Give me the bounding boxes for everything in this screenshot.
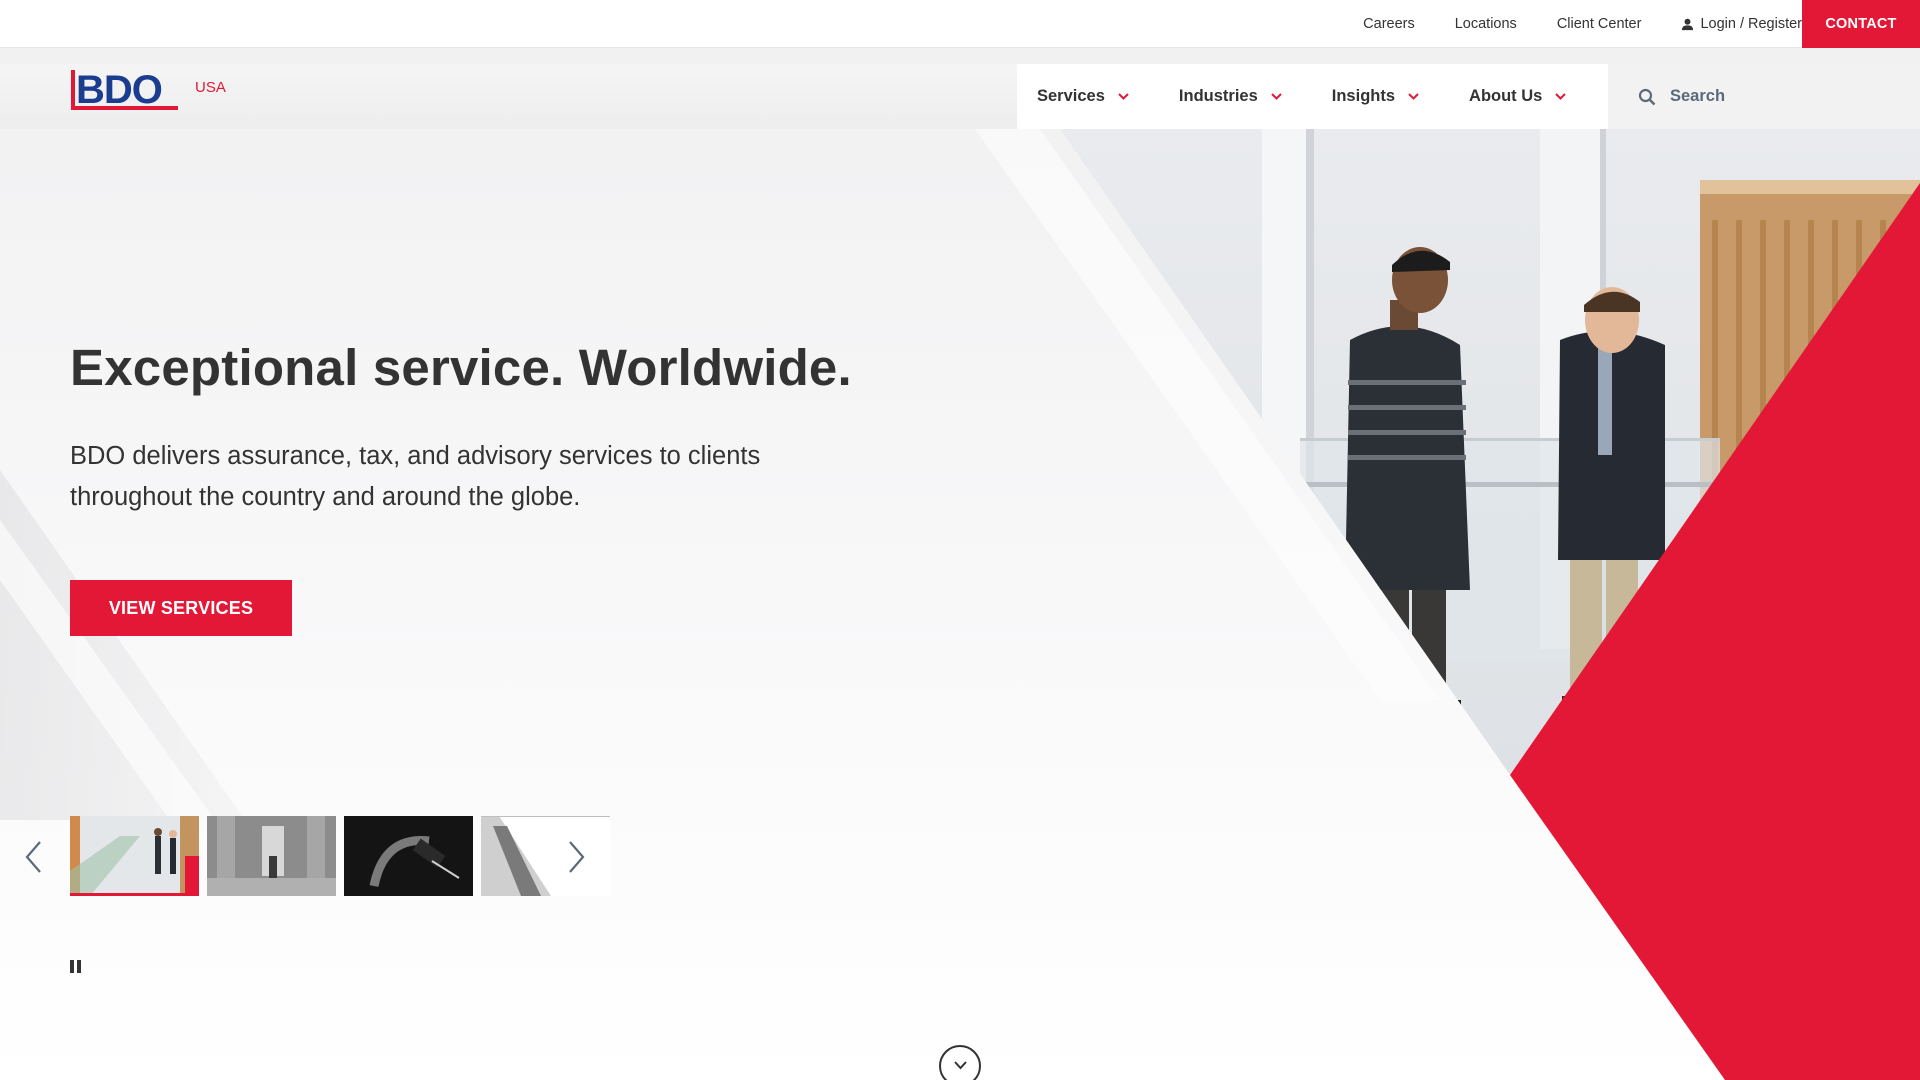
client-center-link[interactable]: Client Center [1557, 16, 1642, 32]
nav-insights-label: Insights [1331, 87, 1396, 105]
search-area [1638, 64, 1870, 129]
pause-icon [70, 960, 74, 973]
active-slide-indicator [70, 893, 199, 896]
utility-bar: Careers Locations Client Center Login / … [0, 0, 1920, 48]
nav-about-us[interactable]: About Us [1469, 87, 1567, 106]
pause-icon [77, 960, 81, 973]
careers-link[interactable]: Careers [1363, 16, 1415, 32]
login-register-label: Login / Register [1700, 16, 1802, 32]
nav-industries-label: Industries [1178, 87, 1258, 105]
chevron-right-icon [569, 841, 585, 873]
logo-text: BDO [76, 68, 162, 112]
search-input[interactable] [1670, 87, 1870, 106]
carousel-thumb-1[interactable] [70, 816, 199, 896]
carousel-thumb-4[interactable] [481, 816, 610, 896]
hero-section [0, 0, 1920, 1080]
nav-insights[interactable]: Insights [1332, 87, 1419, 106]
thumb-image-2 [207, 816, 336, 896]
thumb-image-3 [344, 816, 473, 896]
bdo-logo[interactable]: BDO [70, 68, 182, 112]
view-services-button[interactable]: VIEW SERVICES [70, 580, 292, 636]
carousel-thumb-3[interactable] [344, 816, 473, 896]
primary-nav: Services Industries Insights About Us [1037, 64, 1567, 129]
user-icon [1682, 18, 1694, 30]
chevron-down-icon [1118, 93, 1129, 100]
scroll-down-button[interactable] [939, 1045, 981, 1080]
scroll-down-icon [954, 1061, 967, 1070]
thumb-image-4 [481, 816, 610, 896]
main-header: BDO USA Services Industries Insights Abo… [0, 64, 1920, 129]
nav-services[interactable]: Services [1037, 87, 1129, 106]
hero-title: Exceptional service. Worldwide. [70, 339, 852, 396]
chevron-down-icon [1271, 93, 1282, 100]
country-label[interactable]: USA [195, 79, 226, 96]
nav-industries[interactable]: Industries [1179, 87, 1282, 106]
locations-link[interactable]: Locations [1455, 16, 1517, 32]
carousel-thumb-2[interactable] [207, 816, 336, 896]
hero-artwork [0, 129, 1920, 1080]
chevron-down-icon [1408, 93, 1419, 100]
chevron-down-icon [1555, 93, 1567, 100]
chevron-left-icon [25, 841, 41, 873]
hero-subtitle: BDO delivers assurance, tax, and advisor… [70, 442, 761, 511]
carousel-prev-button[interactable] [22, 840, 46, 874]
contact-button[interactable]: CONTACT [1802, 0, 1920, 48]
login-register-link[interactable]: Login / Register [1681, 16, 1802, 32]
carousel-next-button[interactable] [564, 840, 588, 874]
nav-about-us-label: About Us [1469, 87, 1543, 105]
search-icon[interactable] [1638, 88, 1656, 106]
utility-links: Careers Locations Client Center Login / … [1323, 0, 1802, 48]
thumb-image-1 [70, 816, 199, 896]
nav-services-label: Services [1037, 87, 1105, 105]
pause-button[interactable] [70, 960, 84, 974]
